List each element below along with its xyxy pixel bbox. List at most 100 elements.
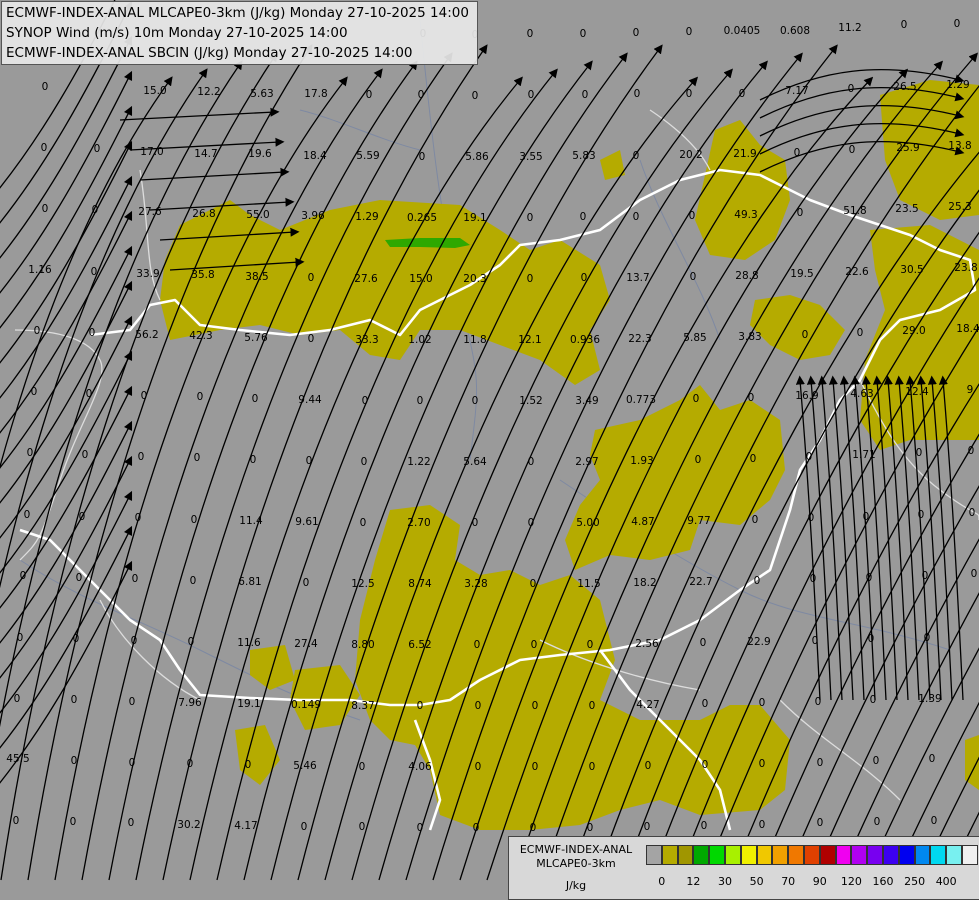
value-label: 0: [686, 26, 693, 38]
value-label: 14.7: [194, 148, 217, 160]
legend-color-box: [930, 845, 947, 865]
legend-tick-label: 0: [658, 875, 666, 888]
value-label: 12.1: [518, 334, 541, 346]
value-label: 0: [417, 822, 424, 834]
value-label: 0: [141, 390, 148, 402]
value-label: 0: [187, 758, 194, 770]
value-label: 0: [475, 700, 482, 712]
value-label: 0: [245, 759, 252, 771]
value-label: 5.46: [293, 760, 317, 772]
value-label: 8.74: [408, 578, 432, 590]
value-label: 38.5: [245, 271, 268, 283]
value-label: 22.3: [628, 333, 651, 345]
value-label: 18.2: [633, 577, 656, 589]
value-label: 0: [527, 212, 534, 224]
value-label: 0: [589, 761, 596, 773]
title-sbcin: ECMWF-INDEX-ANAL SBCIN (J/kg) Monday 27-…: [6, 45, 413, 61]
value-label: 27.6: [354, 273, 378, 285]
value-label: 0: [918, 509, 925, 521]
value-label: 1.29: [946, 79, 969, 91]
value-label: 0: [808, 512, 815, 524]
value-label: 0: [17, 632, 24, 644]
legend-color-box: [709, 845, 725, 865]
value-label: 0: [954, 18, 961, 30]
value-label: 0: [633, 27, 640, 39]
value-label: 22.7: [689, 576, 712, 588]
value-label: 0: [752, 514, 759, 526]
value-label: 0: [528, 517, 535, 529]
value-label: 0: [528, 456, 535, 468]
value-label: 23.8: [954, 262, 977, 274]
value-label: 0: [79, 511, 86, 523]
value-label: 0: [633, 211, 640, 223]
color-legend: ECMWF-INDEX-ANAL MLCAPE0-3km J/kg 0 12 30 5…: [508, 836, 979, 900]
value-label: 0: [754, 575, 761, 587]
value-label: 0: [131, 635, 138, 647]
value-label: 25.3: [948, 201, 971, 213]
value-label: 0: [527, 273, 534, 285]
value-label: 3.83: [738, 331, 761, 343]
value-label: 0: [188, 636, 195, 648]
value-label: 0.265: [407, 212, 437, 224]
value-label: 1.52: [519, 395, 542, 407]
value-label: 0: [873, 755, 880, 767]
value-label: 2.56: [635, 638, 659, 650]
value-label: 0: [806, 451, 813, 463]
value-label: 0: [82, 449, 89, 461]
value-label: 0: [929, 753, 936, 765]
value-label: 25.9: [896, 142, 919, 154]
value-label: 1.71: [852, 449, 875, 461]
value-label: 0: [70, 816, 77, 828]
value-label: 0: [473, 822, 480, 834]
value-label: 9: [967, 384, 974, 396]
value-label: 0: [968, 445, 975, 457]
value-label: 0: [24, 509, 31, 521]
value-label: 26.8: [192, 208, 215, 220]
value-label: 0: [644, 821, 651, 833]
value-label: 0: [759, 697, 766, 709]
value-label: 20.3: [463, 273, 486, 285]
value-label: 0: [362, 395, 369, 407]
value-label: 22.6: [845, 266, 869, 278]
value-label: 0: [587, 639, 594, 651]
value-label: 5.64: [463, 456, 487, 468]
value-label: 0: [759, 819, 766, 831]
value-label: 0: [817, 817, 824, 829]
value-label: 0: [857, 327, 864, 339]
value-label: 0: [86, 388, 93, 400]
value-label: 11.8: [463, 334, 486, 346]
value-label: 0: [812, 635, 819, 647]
legend-color-box: [835, 845, 852, 865]
value-label: 0: [686, 88, 693, 100]
value-label: 6.81: [238, 576, 261, 588]
value-label: 0: [306, 455, 313, 467]
value-label: 0: [92, 204, 99, 216]
value-label: 1.22: [407, 456, 430, 468]
value-label: 27.4: [294, 638, 318, 650]
value-label: 0: [759, 758, 766, 770]
value-label: 2.97: [575, 456, 598, 468]
value-label: 0: [924, 632, 931, 644]
value-label: 0: [42, 81, 49, 93]
value-label: 5.00: [576, 517, 599, 529]
value-label: 15.0: [143, 85, 166, 97]
value-label: 0: [645, 760, 652, 772]
legend-title-line2: MLCAPE0-3km: [536, 857, 616, 870]
value-label: 33.3: [355, 334, 378, 346]
value-label: 1.16: [28, 264, 52, 276]
value-label: 0: [308, 272, 315, 284]
value-label: 0: [587, 822, 594, 834]
value-label: 29.0: [902, 325, 925, 337]
legend-color-box: [867, 845, 883, 865]
legend-color-box: [772, 845, 789, 865]
value-label: 0: [581, 272, 588, 284]
value-label: 0: [971, 568, 978, 580]
value-label: 13.7: [626, 272, 649, 284]
legend-color-box: [883, 845, 899, 865]
value-label: 0: [969, 507, 976, 519]
legend-color-box: [804, 845, 820, 865]
value-label: 0: [71, 694, 78, 706]
value-label: 0.0405: [724, 25, 761, 37]
value-label: 0: [308, 333, 315, 345]
value-label: 0: [693, 393, 700, 405]
